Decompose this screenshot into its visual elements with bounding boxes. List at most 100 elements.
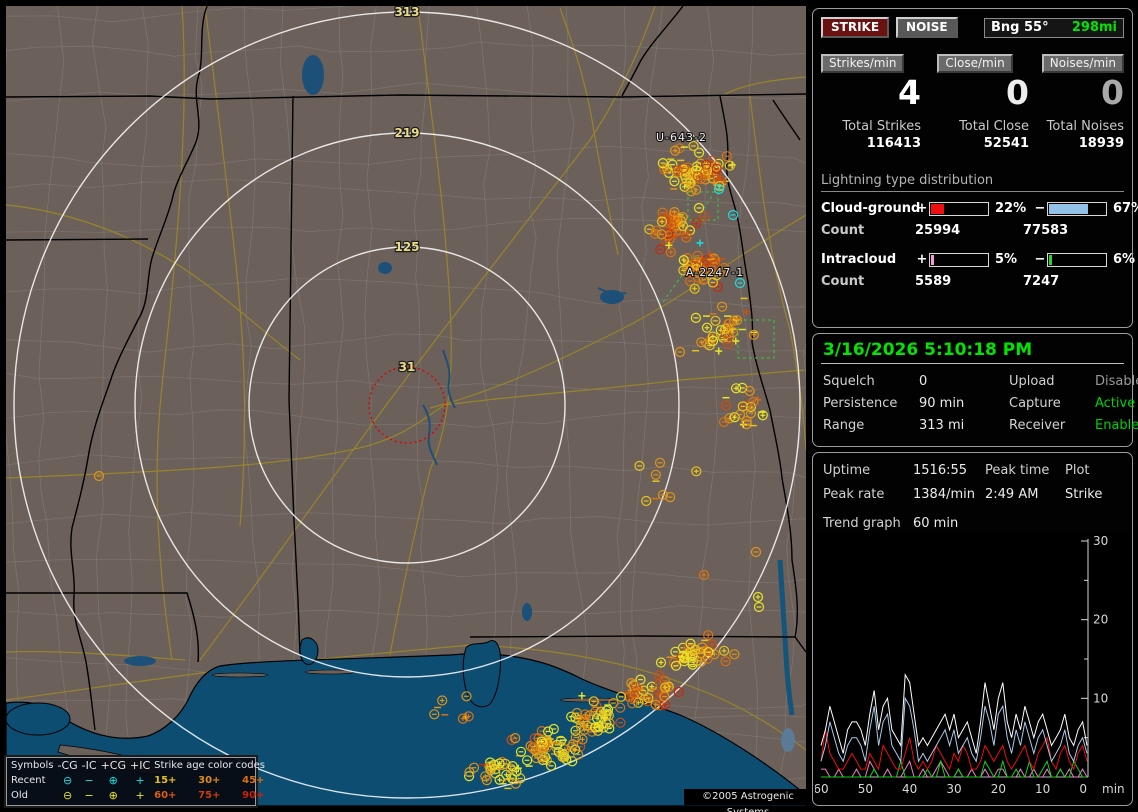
receiver-label: Receiver (1009, 418, 1066, 433)
old-cg-pos-icon: ⊕ (108, 789, 118, 802)
peak-time-label: Peak time (985, 463, 1050, 478)
legend-row-recent-label: Recent (11, 775, 46, 786)
peak-time-value: 2:49 AM (985, 487, 1039, 502)
old-ic-neg-icon: − (84, 789, 94, 802)
lake (781, 728, 795, 752)
lake (378, 262, 392, 274)
age-15: 15+ (154, 775, 177, 786)
lightning-map[interactable]: 313 219 125 31 U-643-2 A-2247-1 (6, 6, 806, 806)
legend-col-cg-pos: +CG (100, 759, 126, 772)
cg-positive-bar-fill (931, 203, 944, 214)
ic-positive-bar (929, 252, 989, 267)
cg-negative-bar (1047, 201, 1107, 216)
cg-negative-pct: 67% (1113, 201, 1138, 216)
lake-pontchartrain (6, 702, 71, 736)
noises-per-min-value: 0 (1101, 73, 1124, 112)
arkansas-louisiana-border (6, 238, 149, 241)
old-cg-neg-icon: ⊖ (62, 789, 73, 802)
age-75: 75+ (198, 790, 221, 801)
strikes-per-min-button[interactable]: Strikes/min (821, 54, 905, 73)
ic-negative-pct: 6% (1113, 252, 1136, 267)
svg-text:10: 10 (1035, 782, 1050, 796)
lake (124, 656, 156, 666)
recent-ic-pos-icon: + (135, 774, 145, 787)
strikes-per-min-value: 4 (898, 73, 921, 112)
total-noises-value: 18939 (1078, 136, 1124, 151)
squelch-label: Squelch (823, 374, 875, 389)
recent-cg-pos-icon: ⊕ (108, 774, 118, 787)
noises-per-min-button[interactable]: Noises/min (1041, 54, 1124, 73)
legend-col-cg-neg: -CG (57, 759, 78, 772)
svg-text:0: 0 (1079, 782, 1087, 796)
svg-text:60: 60 (815, 782, 829, 796)
cloud-ground-label: Cloud-ground (821, 201, 921, 216)
total-noises-label: Total Noises (1046, 119, 1124, 134)
total-close-label: Total Close (959, 119, 1029, 134)
trend-graph: 10 20 30 60 50 40 30 20 10 0 min (815, 533, 1130, 799)
legend-col-ic-pos: +IC (129, 759, 151, 772)
legend-header-age: Strike age color codes (154, 760, 265, 771)
legend-header-symbols: Symbols (11, 760, 54, 771)
plus-sign: + (916, 252, 928, 267)
bearing-value: Bng 55° (991, 19, 1049, 35)
svg-text:20: 20 (991, 782, 1006, 796)
old-ic-pos-icon: + (135, 789, 145, 802)
minus-sign: − (1034, 252, 1046, 267)
noise-button[interactable]: NOISE (896, 17, 958, 38)
ic-negative-bar-fill (1049, 254, 1053, 265)
session-panel: Uptime 1516:55 Peak time Plot Peak rate … (812, 452, 1133, 806)
nexstorm-window: 313 219 125 31 U-643-2 A-2247-1 Symbols -CG -… (0, 0, 1138, 812)
datetime-display: 3/16/2026 5:10:18 PM (823, 340, 1033, 360)
ic-positive-bar-fill (931, 254, 934, 265)
storm-cell-label: A-2247-1 (686, 266, 744, 279)
copyright-notice: ©2005 Astrogenic Systems (684, 789, 812, 812)
cg-positive-pct: 22% (995, 201, 1027, 216)
distribution-title: Lightning type distribution (821, 173, 1124, 192)
cg-count-label: Count (821, 223, 865, 238)
svg-text:30: 30 (946, 782, 961, 796)
storm-cell-label: U-643-2 (656, 131, 707, 144)
close-per-min-button[interactable]: Close/min (937, 54, 1013, 73)
range-ring-label: 31 (399, 360, 416, 374)
range-ring-label: 125 (394, 240, 419, 254)
lake (302, 55, 324, 95)
cg-positive-bar (929, 201, 989, 216)
barrier-island (211, 672, 269, 678)
strike-button[interactable]: STRIKE (821, 17, 890, 38)
plus-sign: + (916, 201, 928, 216)
cg-negative-count: 77583 (1023, 223, 1069, 238)
trend-graph-label: Trend graph (823, 516, 901, 531)
peak-rate-value: 1384/min (913, 487, 975, 502)
svg-text:10: 10 (1093, 691, 1108, 705)
svg-text:20: 20 (1093, 613, 1108, 627)
recent-cg-neg-icon: ⊖ (62, 774, 73, 787)
receiver-status: Enabled (1095, 418, 1138, 433)
ic-negative-count: 7247 (1023, 274, 1060, 289)
svg-text:40: 40 (902, 782, 917, 796)
plot-mode-value: Strike (1065, 487, 1103, 502)
age-45: 45+ (242, 775, 265, 786)
total-strikes-label: Total Strikes (842, 119, 921, 134)
persistence-value: 90 min (919, 396, 965, 411)
cg-positive-count: 25994 (915, 223, 961, 238)
svg-text:50: 50 (858, 782, 873, 796)
divider (821, 363, 1124, 364)
lake (522, 603, 532, 621)
capture-label: Capture (1009, 396, 1061, 411)
svg-text:min: min (1102, 782, 1125, 796)
map-area: 313 219 125 31 U-643-2 A-2247-1 Symbols -CG -… (0, 0, 812, 812)
stats-panel: STRIKE NOISE Bng 55° 298mi Strikes/min 4… (812, 8, 1138, 328)
range-value: 313 mi (919, 418, 965, 433)
range-ring-label: 313 (394, 6, 419, 19)
svg-text:30: 30 (1093, 534, 1108, 548)
recent-ic-neg-icon: − (84, 774, 94, 787)
uptime-label: Uptime (823, 463, 871, 478)
trend-window-value: 60 min (913, 516, 959, 531)
plot-label: Plot (1065, 463, 1090, 478)
persistence-label: Persistence (823, 396, 898, 411)
upload-status: Disabled (1095, 374, 1138, 389)
total-strikes-value: 116413 (866, 136, 921, 151)
range-ring-label: 219 (394, 126, 419, 140)
peak-rate-label: Peak rate (823, 487, 885, 502)
legend-row-old-label: Old (11, 790, 28, 801)
